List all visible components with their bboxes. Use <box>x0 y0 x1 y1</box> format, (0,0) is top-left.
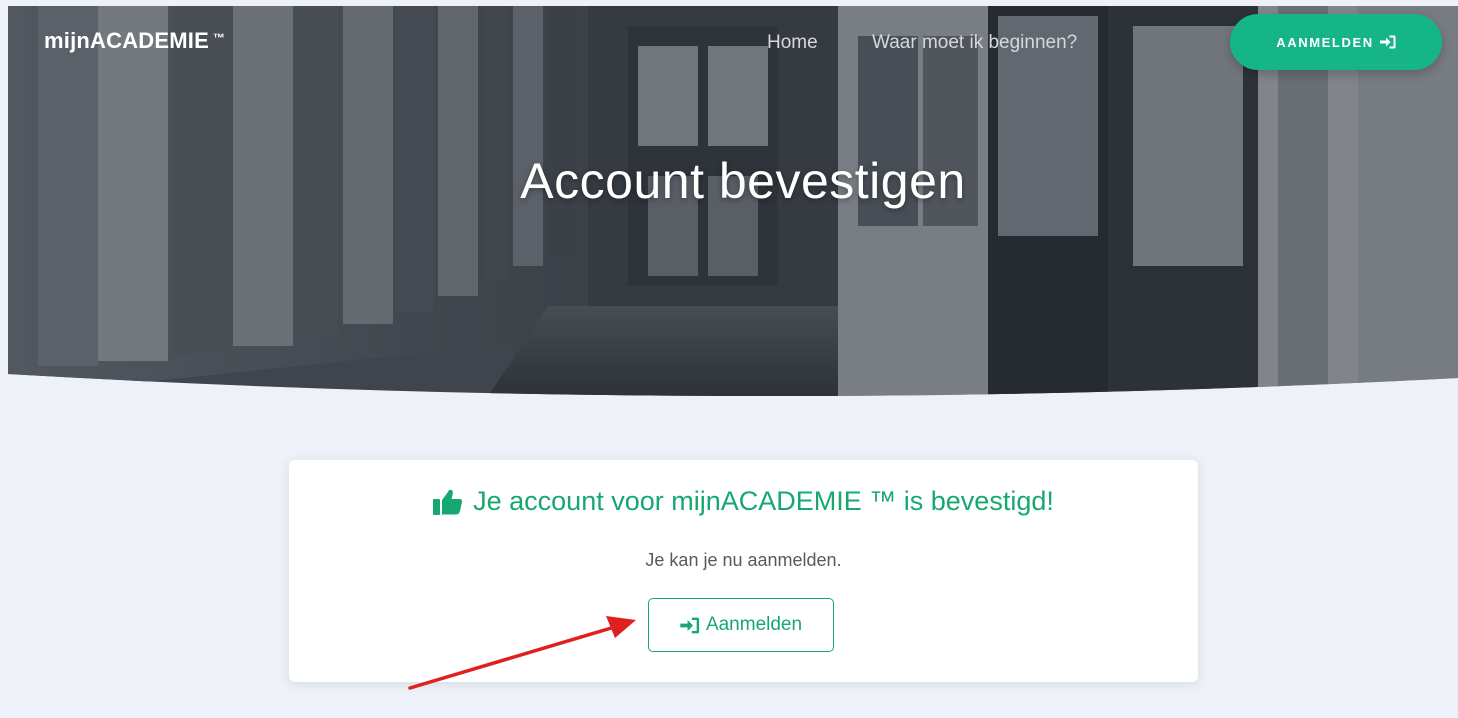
nav-link-home[interactable]: Home <box>767 32 818 54</box>
header-login-button[interactable]: AANMELDEN <box>1230 14 1442 70</box>
header-login-label: AANMELDEN <box>1276 34 1374 50</box>
page: mijnACADEMIE ™ Home Waar moet ik beginnen… <box>0 0 1458 718</box>
confirmation-heading: Je account voor mijnACADEMIE ™ is bevest… <box>289 486 1198 517</box>
sign-in-icon <box>680 617 700 634</box>
nav-link-where-to-start[interactable]: Waar moet ik beginnen? <box>872 32 1077 54</box>
brand-logo[interactable]: mijnACADEMIE ™ <box>44 28 225 54</box>
page-title: Account bevestigen <box>520 153 966 209</box>
hero-banner: mijnACADEMIE ™ Home Waar moet ik beginnen… <box>8 6 1458 396</box>
confirmation-message: Je kan je nu aanmelden. <box>645 550 842 570</box>
brand-name: mijnACADEMIE <box>44 28 209 53</box>
sign-in-icon <box>1379 35 1396 49</box>
login-button[interactable]: Aanmelden <box>648 598 834 652</box>
confirmation-heading-text: Je account voor mijnACADEMIE ™ is bevest… <box>473 486 1054 516</box>
navbar: mijnACADEMIE ™ Home Waar moet ik beginnen… <box>8 6 1458 82</box>
brand-trademark: ™ <box>212 31 226 45</box>
annotation-arrow <box>408 616 636 690</box>
login-button-label: Aanmelden <box>705 614 803 635</box>
thumbs-up-icon <box>433 489 463 515</box>
